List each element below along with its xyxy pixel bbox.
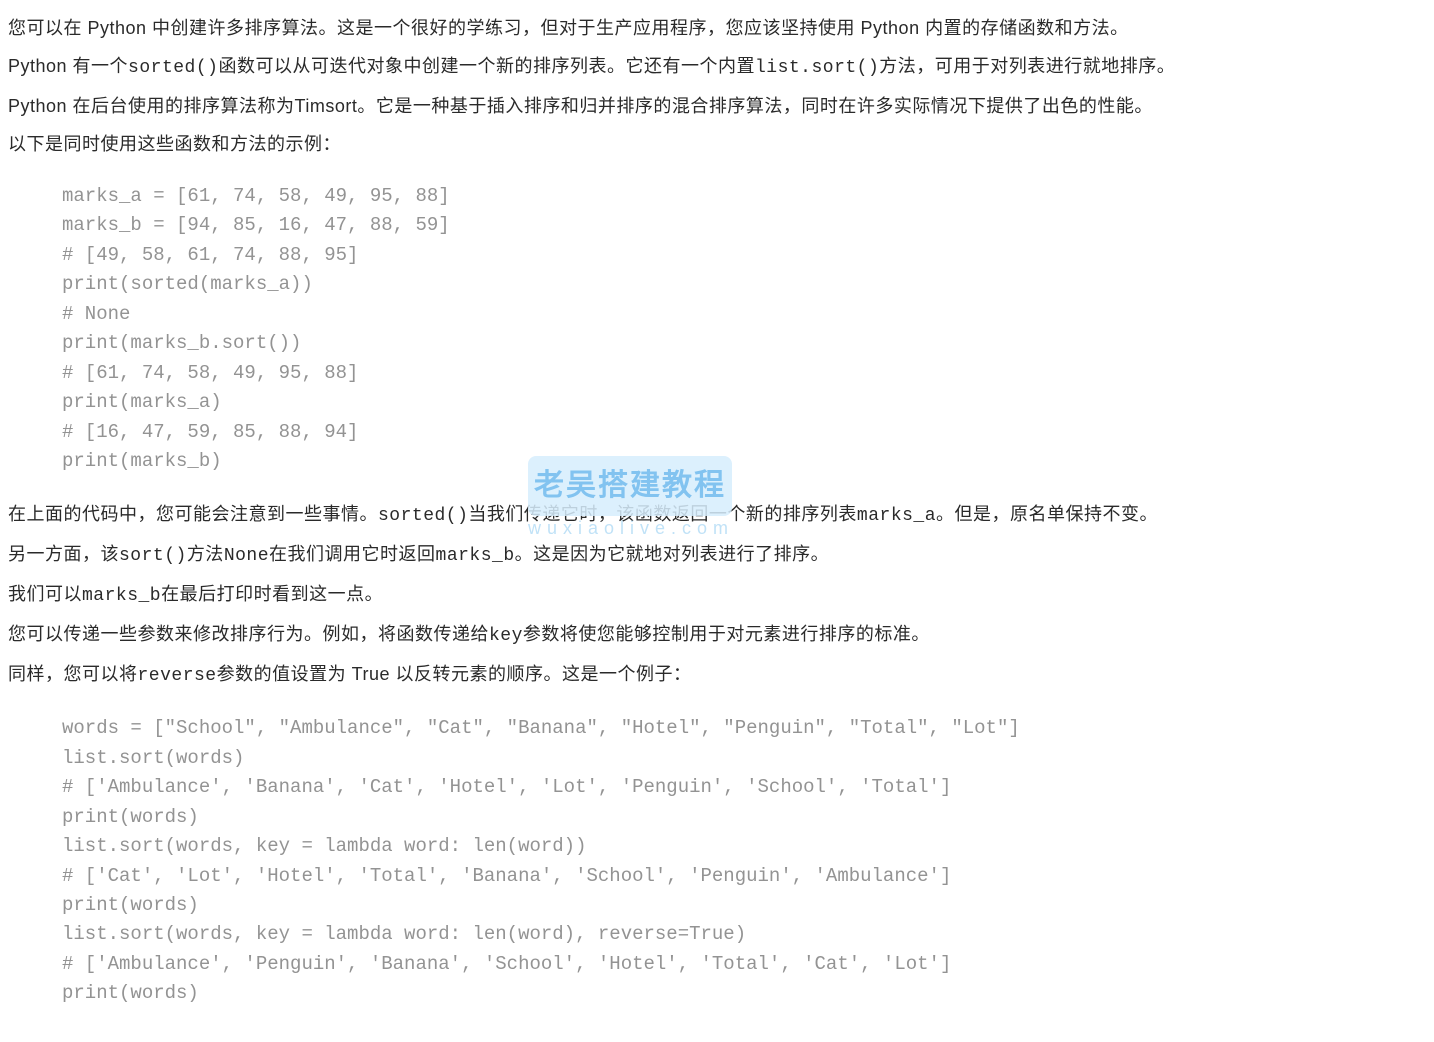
inline-code: list.sort() [755,58,879,78]
inline-code: sorted() [378,506,468,526]
text: 您可以在 Python 中创建许多排序算法。这是一个很好的学练习，但对于生产应用… [8,18,1129,38]
article-content: 您可以在 Python 中创建许多排序算法。这是一个很好的学练习，但对于生产应用… [8,10,1426,1023]
text: 您可以传递一些参数来修改排序行为。例如，将函数传递给 [8,624,489,644]
paragraph-9: 同样，您可以将reverse参数的值设置为 True 以反转元素的顺序。这是一个… [8,656,1426,694]
code-block-1: marks_a = [61, 74, 58, 49, 95, 88] marks… [8,168,1426,490]
text: 函数可以从可迭代对象中创建一个新的排序列表。它还有一个内置 [218,56,755,76]
paragraph-7: 我们可以marks_b在最后打印时看到这一点。 [8,576,1426,614]
text: Python 有一个 [8,56,128,76]
paragraph-1: 您可以在 Python 中创建许多排序算法。这是一个很好的学练习，但对于生产应用… [8,10,1426,46]
code-block-2: words = ["School", "Ambulance", "Cat", "… [8,700,1426,1022]
text: 在最后打印时看到这一点。 [161,584,383,604]
inline-code: marks_b [436,546,515,566]
text: 参数将使您能够控制用于对元素进行排序的标准。 [523,624,930,644]
inline-code: None [224,546,269,566]
text: 方法，可用于对列表进行就地排序。 [879,56,1175,76]
paragraph-6: 另一方面，该sort()方法None在我们调用它时返回marks_b。这是因为它… [8,536,1426,574]
inline-code: sort() [119,546,187,566]
text: 。但是，原名单保持不变。 [936,504,1158,524]
paragraph-5: 在上面的代码中，您可能会注意到一些事情。sorted()当我们传递它时，该函数返… [8,496,1426,534]
inline-code: marks_b [82,586,161,606]
inline-code: reverse [138,666,217,686]
text: Python 在后台使用的排序算法称为Timsort。它是一种基于插入排序和归并… [8,96,1153,116]
text: 参数的值设置为 True 以反转元素的顺序。这是一个例子： [217,664,692,684]
inline-code: marks_a [857,506,936,526]
text: 在上面的代码中，您可能会注意到一些事情。 [8,504,378,524]
paragraph-4: 以下是同时使用这些函数和方法的示例： [8,126,1426,162]
text: 当我们传递它时，该函数返回一个新的排序列表 [468,504,857,524]
inline-code: key [489,626,523,646]
text: 在我们调用它时返回 [269,544,436,564]
text: 我们可以 [8,584,82,604]
paragraph-8: 您可以传递一些参数来修改排序行为。例如，将函数传递给key参数将使您能够控制用于… [8,616,1426,654]
inline-code: sorted() [128,58,218,78]
text: 另一方面，该 [8,544,119,564]
text: 。这是因为它就地对列表进行了排序。 [515,544,830,564]
paragraph-2: Python 有一个sorted()函数可以从可迭代对象中创建一个新的排序列表。… [8,48,1426,86]
text: 同样，您可以将 [8,664,138,684]
text: 以下是同时使用这些函数和方法的示例： [8,134,341,154]
paragraph-3: Python 在后台使用的排序算法称为Timsort。它是一种基于插入排序和归并… [8,88,1426,124]
text: 方法 [187,544,224,564]
